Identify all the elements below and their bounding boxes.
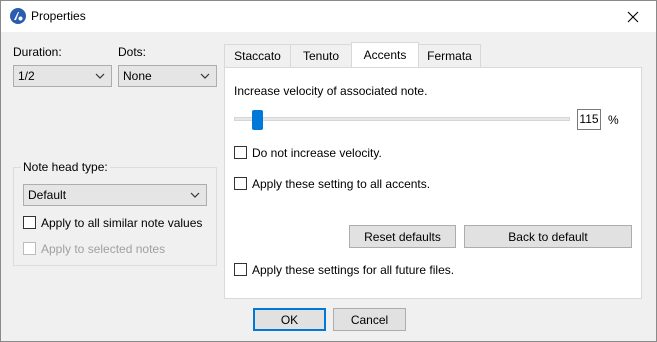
tab-tenuto[interactable]: Tenuto — [290, 44, 352, 67]
chevron-down-icon — [95, 73, 105, 79]
apply-all-accents-checkbox[interactable] — [234, 177, 247, 190]
no-increase-checkbox[interactable] — [234, 146, 247, 159]
increase-velocity-label: Increase velocity of associated note. — [234, 84, 428, 98]
velocity-slider-track[interactable] — [234, 117, 570, 121]
note-head-label: Note head type: — [21, 160, 110, 174]
reset-defaults-label: Reset defaults — [364, 229, 441, 244]
note-head-value: Default — [28, 188, 67, 202]
chevron-down-icon — [200, 73, 210, 79]
tab-fermata[interactable]: Fermata — [418, 44, 481, 67]
tab-staccato[interactable]: Staccato — [224, 44, 291, 67]
dots-value: None — [123, 69, 152, 83]
tab-label: Fermata — [427, 49, 472, 63]
title-bar: Properties — [1, 1, 656, 32]
apply-all-accents-label: Apply these setting to all accents. — [252, 177, 431, 191]
apply-selected-checkbox[interactable] — [23, 242, 36, 255]
cancel-label: Cancel — [350, 312, 389, 327]
ok-button[interactable]: OK — [253, 308, 326, 331]
properties-dialog: Properties Duration: 1/2 Dots: None Note… — [0, 0, 657, 342]
chevron-down-icon — [190, 192, 200, 198]
back-to-default-label: Back to default — [508, 229, 588, 244]
ok-label: OK — [280, 312, 299, 327]
window-title: Properties — [31, 9, 86, 23]
tab-label: Accents — [363, 48, 407, 62]
cancel-button[interactable]: Cancel — [333, 308, 406, 331]
duration-select[interactable]: 1/2 — [13, 65, 112, 87]
percent-label: % — [608, 113, 619, 127]
duration-label: Duration: — [13, 45, 62, 59]
dots-label: Dots: — [118, 45, 147, 59]
velocity-input[interactable]: 115 — [577, 109, 601, 130]
duration-value: 1/2 — [18, 69, 35, 83]
apply-selected-label: Apply to selected notes — [41, 242, 166, 256]
dots-select[interactable]: None — [118, 65, 217, 87]
close-icon — [627, 11, 639, 22]
tab-accents[interactable]: Accents — [351, 42, 419, 67]
no-increase-label: Do not increase velocity. — [252, 146, 382, 160]
velocity-slider-thumb[interactable] — [252, 110, 263, 130]
close-button[interactable] — [610, 1, 656, 32]
note-head-select[interactable]: Default — [23, 184, 207, 206]
reset-defaults-button[interactable]: Reset defaults — [349, 225, 456, 248]
future-files-label: Apply these settings for all future file… — [252, 263, 455, 277]
tab-label: Tenuto — [302, 49, 340, 63]
apply-similar-label: Apply to all similar note values — [41, 216, 203, 230]
back-to-default-button[interactable]: Back to default — [464, 225, 632, 248]
apply-similar-checkbox[interactable] — [23, 216, 36, 229]
app-logo-icon — [10, 8, 26, 24]
future-files-checkbox[interactable] — [234, 263, 247, 276]
tab-label: Staccato — [234, 49, 281, 63]
